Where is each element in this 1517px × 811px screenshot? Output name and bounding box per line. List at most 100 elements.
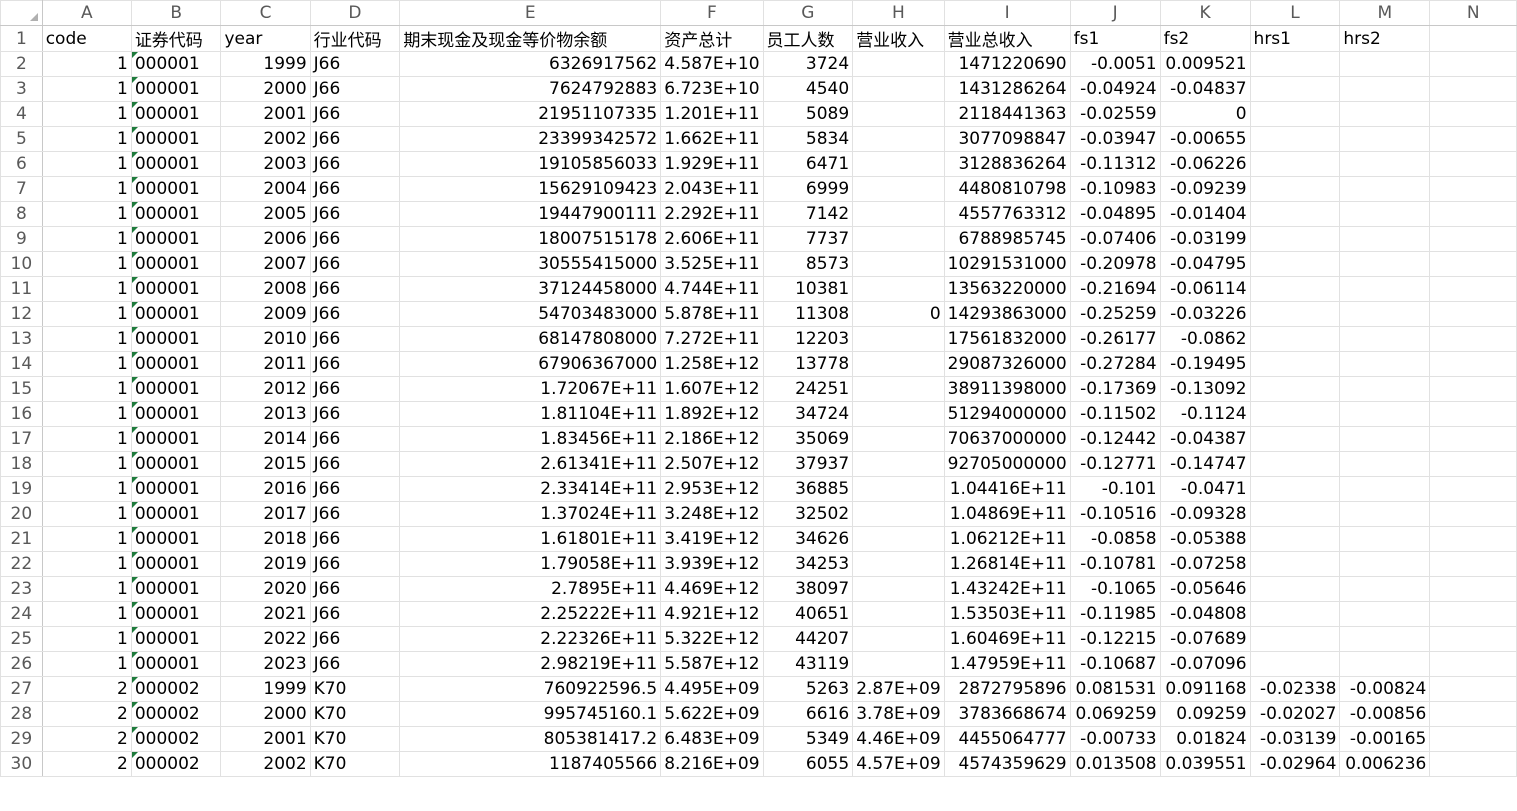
cell-d1[interactable]: 行业代码 [309, 25, 401, 52]
cell-n30[interactable] [1429, 751, 1517, 777]
cell-l4[interactable] [1249, 101, 1341, 127]
cell-j15[interactable]: -0.17369 [1069, 376, 1161, 402]
cell-d21[interactable]: J66 [309, 526, 401, 552]
cell-e15[interactable]: 1.72067E+11 [399, 376, 662, 402]
cell-j3[interactable]: -0.04924 [1069, 76, 1161, 102]
cell-e8[interactable]: 19447900111 [399, 201, 662, 227]
cell-b10[interactable]: 000001 [130, 251, 222, 277]
cell-e26[interactable]: 2.98219E+11 [399, 651, 662, 677]
column-header-n[interactable]: N [1429, 0, 1517, 26]
cell-a16[interactable]: 1 [41, 401, 132, 427]
cell-m25[interactable] [1339, 626, 1431, 652]
cell-i6[interactable]: 3128836264 [943, 151, 1071, 177]
cell-k2[interactable]: 0.009521 [1159, 51, 1251, 77]
cell-n6[interactable] [1429, 151, 1517, 177]
cell-j29[interactable]: -0.00733 [1069, 726, 1161, 752]
cell-a18[interactable]: 1 [41, 451, 132, 477]
cell-c30[interactable]: 2002 [220, 751, 311, 777]
cell-k26[interactable]: -0.07096 [1159, 651, 1251, 677]
cell-b28[interactable]: 000002 [130, 701, 222, 727]
cell-j10[interactable]: -0.20978 [1069, 251, 1161, 277]
cell-l7[interactable] [1249, 176, 1341, 202]
cell-b6[interactable]: 000001 [130, 151, 222, 177]
cell-k11[interactable]: -0.06114 [1159, 276, 1251, 302]
row-header[interactable]: 28 [0, 701, 43, 727]
row-header[interactable]: 29 [0, 726, 43, 752]
cell-k15[interactable]: -0.13092 [1159, 376, 1251, 402]
cell-g25[interactable]: 44207 [762, 626, 854, 652]
cell-a2[interactable]: 1 [41, 51, 132, 77]
cell-l23[interactable] [1249, 576, 1341, 602]
cell-k7[interactable]: -0.09239 [1159, 176, 1251, 202]
cell-g6[interactable]: 6471 [762, 151, 854, 177]
cell-b25[interactable]: 000001 [130, 626, 222, 652]
cell-c4[interactable]: 2001 [220, 101, 311, 127]
cell-j25[interactable]: -0.12215 [1069, 626, 1161, 652]
cell-f27[interactable]: 4.495E+09 [660, 676, 764, 702]
cell-m8[interactable] [1339, 201, 1431, 227]
cell-g18[interactable]: 37937 [762, 451, 854, 477]
cell-i5[interactable]: 3077098847 [943, 126, 1071, 152]
cell-e18[interactable]: 2.61341E+11 [399, 451, 662, 477]
row-header[interactable]: 15 [0, 376, 43, 402]
cell-h17[interactable] [852, 426, 945, 452]
cell-a25[interactable]: 1 [41, 626, 132, 652]
cell-d16[interactable]: J66 [309, 401, 401, 427]
cell-h23[interactable] [852, 576, 945, 602]
cell-g5[interactable]: 5834 [762, 126, 854, 152]
cell-i30[interactable]: 4574359629 [943, 751, 1071, 777]
row-header[interactable]: 23 [0, 576, 43, 602]
cell-k17[interactable]: -0.04387 [1159, 426, 1251, 452]
column-header-h[interactable]: H [852, 0, 945, 26]
cell-a15[interactable]: 1 [41, 376, 132, 402]
cell-b19[interactable]: 000001 [130, 476, 222, 502]
cell-h24[interactable] [852, 601, 945, 627]
cell-h12[interactable]: 0 [852, 301, 945, 327]
cell-f16[interactable]: 1.892E+12 [660, 401, 764, 427]
cell-b24[interactable]: 000001 [130, 601, 222, 627]
cell-k30[interactable]: 0.039551 [1159, 751, 1251, 777]
cell-h8[interactable] [852, 201, 945, 227]
cell-f1[interactable]: 资产总计 [660, 25, 764, 52]
cell-d6[interactable]: J66 [309, 151, 401, 177]
cell-c7[interactable]: 2004 [220, 176, 311, 202]
cell-m20[interactable] [1339, 501, 1431, 527]
cell-j21[interactable]: -0.0858 [1069, 526, 1161, 552]
cell-e25[interactable]: 2.22326E+11 [399, 626, 662, 652]
row-header[interactable]: 11 [0, 276, 43, 302]
cell-i3[interactable]: 1431286264 [943, 76, 1071, 102]
cell-l21[interactable] [1249, 526, 1341, 552]
cell-n14[interactable] [1429, 351, 1517, 377]
column-header-g[interactable]: G [762, 0, 854, 26]
cell-i12[interactable]: 14293863000 [943, 301, 1071, 327]
cell-c15[interactable]: 2012 [220, 376, 311, 402]
cell-i28[interactable]: 3783668674 [943, 701, 1071, 727]
cell-l30[interactable]: -0.02964 [1249, 751, 1341, 777]
cell-f6[interactable]: 1.929E+11 [660, 151, 764, 177]
cell-c8[interactable]: 2005 [220, 201, 311, 227]
cell-f9[interactable]: 2.606E+11 [660, 226, 764, 252]
cell-a30[interactable]: 2 [41, 751, 132, 777]
select-all-corner[interactable] [0, 0, 43, 26]
cell-c12[interactable]: 2009 [220, 301, 311, 327]
cell-n2[interactable] [1429, 51, 1517, 77]
cell-n25[interactable] [1429, 626, 1517, 652]
cell-c3[interactable]: 2000 [220, 76, 311, 102]
cell-e2[interactable]: 6326917562 [399, 51, 662, 77]
cell-a1[interactable]: code [41, 25, 132, 52]
cell-g14[interactable]: 13778 [762, 351, 854, 377]
cell-g7[interactable]: 6999 [762, 176, 854, 202]
cell-c9[interactable]: 2006 [220, 226, 311, 252]
cell-n7[interactable] [1429, 176, 1517, 202]
cell-e28[interactable]: 995745160.1 [399, 701, 662, 727]
cell-e17[interactable]: 1.83456E+11 [399, 426, 662, 452]
cell-l26[interactable] [1249, 651, 1341, 677]
cell-f8[interactable]: 2.292E+11 [660, 201, 764, 227]
row-header[interactable]: 12 [0, 301, 43, 327]
cell-n16[interactable] [1429, 401, 1517, 427]
column-header-k[interactable]: K [1159, 0, 1251, 26]
cell-d11[interactable]: J66 [309, 276, 401, 302]
cell-k4[interactable]: 0 [1159, 101, 1251, 127]
cell-n22[interactable] [1429, 551, 1517, 577]
row-header[interactable]: 22 [0, 551, 43, 577]
